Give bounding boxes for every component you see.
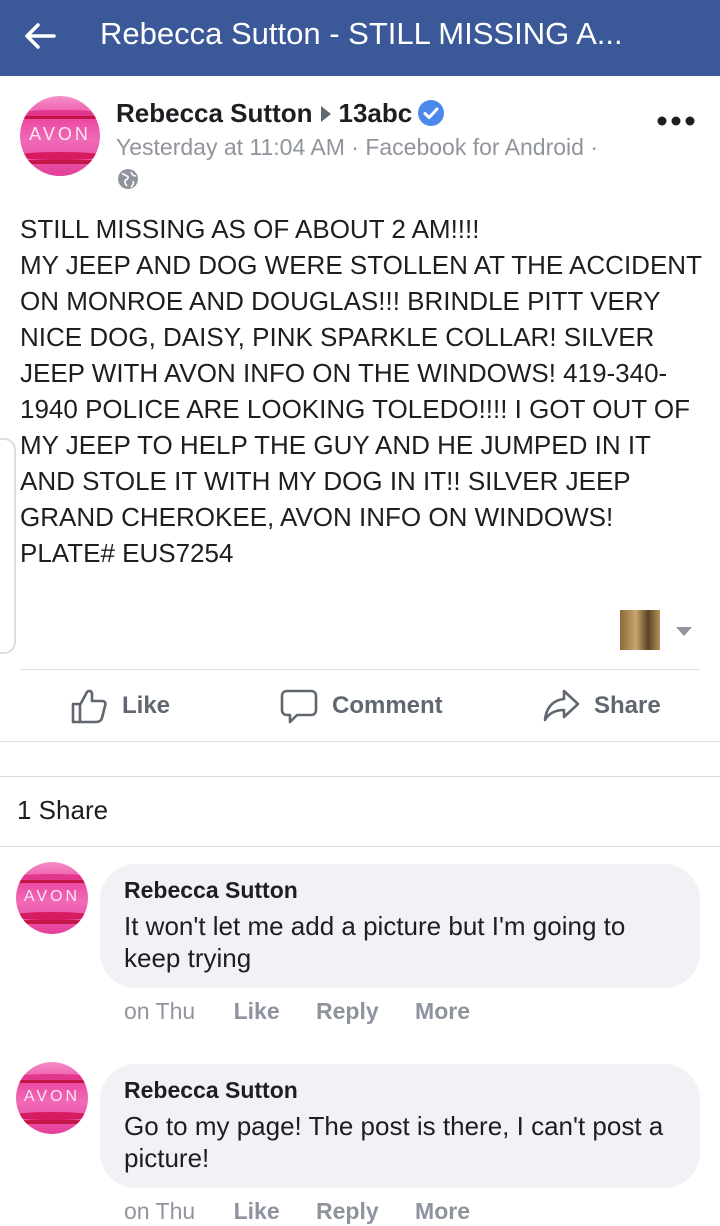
author-avatar[interactable]: AVON — [20, 96, 100, 176]
post-text-headline: STILL MISSING AS OF ABOUT 2 AM!!!! — [20, 214, 480, 244]
comment-time[interactable]: on Thu — [124, 1196, 195, 1226]
share-count[interactable]: 1 Share — [17, 795, 108, 825]
post-target-page[interactable]: 13abc — [339, 98, 413, 128]
comment-like-link[interactable]: Like — [234, 1196, 280, 1226]
like-label: Like — [122, 692, 171, 719]
like-button[interactable]: Like — [70, 684, 170, 728]
share-label: Share — [594, 692, 661, 719]
thumbs-up-icon — [71, 689, 107, 724]
shares-top-divider — [0, 776, 720, 777]
comment-like-link[interactable]: Like — [234, 996, 280, 1026]
actions-divider-top — [20, 669, 700, 670]
comment-reply-link[interactable]: Reply — [316, 1196, 379, 1226]
arrow-right-icon — [320, 106, 331, 123]
verified-badge-icon — [418, 100, 445, 126]
comment-author[interactable]: Rebecca Sutton — [124, 1076, 298, 1104]
post-timestamp[interactable]: Yesterday at 11:04 AM · Facebook for And… — [116, 132, 598, 162]
comment-reply-link[interactable]: Reply — [316, 996, 379, 1026]
comment-bubble: Rebecca Sutton It won't let me add a pic… — [100, 864, 700, 988]
comments-top-divider — [0, 846, 720, 847]
post-text-paragraph: MY JEEP AND DOG WERE STOLLEN AT THE ACCI… — [20, 250, 702, 568]
comment-label: Comment — [332, 692, 443, 719]
back-arrow-icon[interactable] — [22, 18, 58, 54]
audience-dropdown-caret-icon[interactable] — [676, 627, 692, 636]
avatar-brand-text: AVON — [23, 888, 81, 905]
side-scroll-handle[interactable] — [0, 438, 16, 654]
comment-text: It won't let me add a picture but I'm go… — [124, 911, 626, 973]
post-text: STILL MISSING AS OF ABOUT 2 AM!!!! MY JEE… — [20, 211, 710, 571]
more-options-icon[interactable] — [656, 114, 696, 128]
post-author-line: Rebecca Sutton 13abc — [116, 96, 445, 130]
comment-more-link[interactable]: More — [415, 996, 470, 1026]
comment-bubble: Rebecca Sutton Go to my page! The post i… — [100, 1064, 700, 1188]
share-arrow-icon — [543, 689, 580, 722]
avatar-brand-text: AVON — [23, 1088, 81, 1105]
comment-button[interactable]: Comment — [280, 684, 443, 728]
comment-avatar[interactable]: AVON — [16, 862, 88, 934]
comment-bubble-icon — [280, 689, 318, 724]
comment-more-link[interactable]: More — [415, 1196, 470, 1226]
comment-text: Go to my page! The post is there, I can'… — [124, 1111, 664, 1173]
share-button[interactable]: Share — [542, 684, 661, 728]
comment-author[interactable]: Rebecca Sutton — [124, 876, 298, 904]
comment-actions: on Thu Like Reply More — [124, 1196, 470, 1226]
post-bottom-divider — [0, 741, 720, 742]
post-author-name[interactable]: Rebecca Sutton — [116, 98, 313, 128]
comment-time[interactable]: on Thu — [124, 996, 195, 1026]
globe-privacy-icon — [118, 169, 138, 189]
page-title: Rebecca Sutton - STILL MISSING A... — [100, 16, 623, 51]
comment-actions: on Thu Like Reply More — [124, 996, 470, 1026]
comment-avatar[interactable]: AVON — [16, 1062, 88, 1134]
top-app-bar: Rebecca Sutton - STILL MISSING A... — [0, 0, 720, 76]
avatar-brand-text: AVON — [29, 124, 91, 144]
reaction-viewer-avatar[interactable] — [620, 610, 660, 650]
